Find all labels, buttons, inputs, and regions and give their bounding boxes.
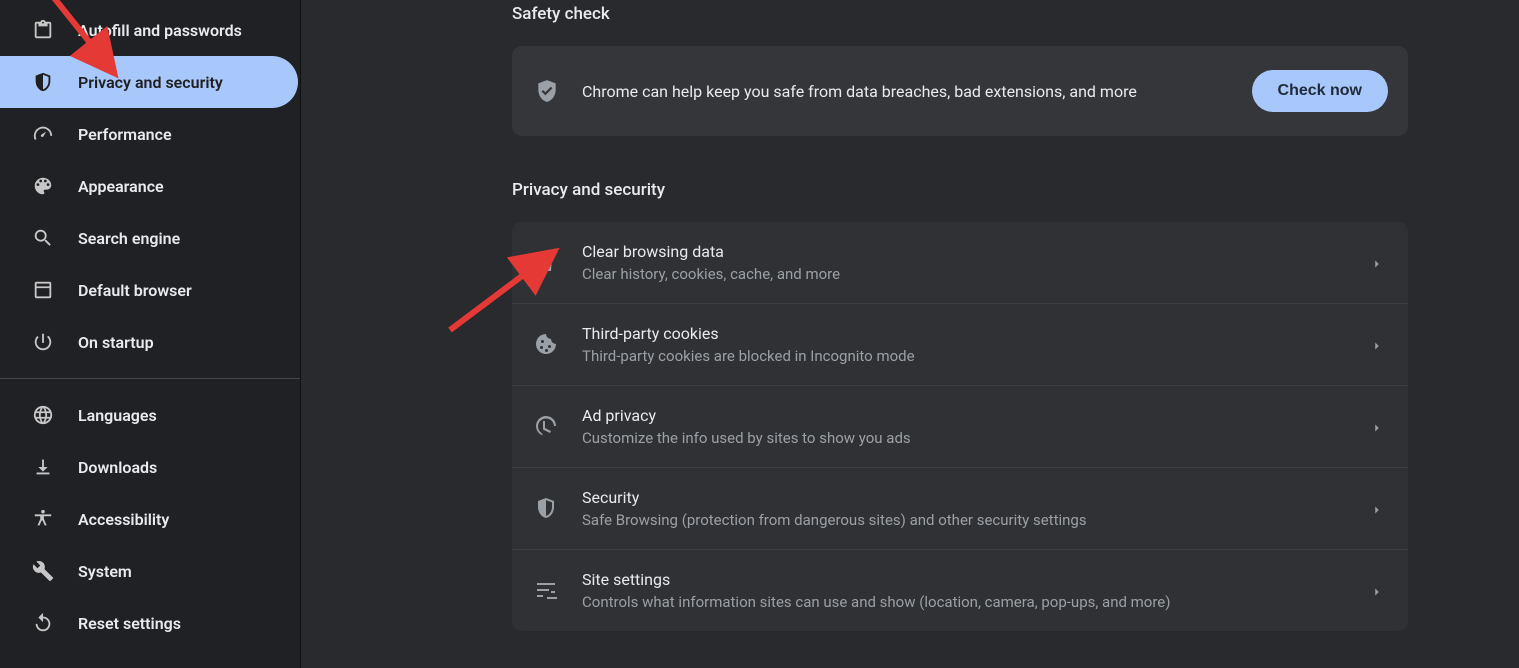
sidebar-item-label: Autofill and passwords xyxy=(78,21,242,40)
settings-main: Safety check Chrome can help keep you sa… xyxy=(326,0,1519,668)
chevron-right-icon xyxy=(1370,256,1384,270)
chevron-right-icon xyxy=(1370,420,1384,434)
row-subtitle: Controls what information sites can use … xyxy=(582,593,1348,611)
sidebar-item-label: Performance xyxy=(78,125,172,144)
sidebar-item-label: Appearance xyxy=(78,177,164,196)
clipboard-icon xyxy=(32,19,54,41)
sidebar-item-label: On startup xyxy=(78,333,154,352)
speedometer-icon xyxy=(32,123,54,145)
sidebar-item-label: Default browser xyxy=(78,281,192,300)
chevron-right-icon xyxy=(1370,338,1384,352)
sidebar-divider xyxy=(0,378,300,379)
chevron-right-icon xyxy=(1370,502,1384,516)
ad-click-icon xyxy=(534,414,560,440)
row-title: Third-party cookies xyxy=(582,324,1348,343)
safety-check-card: Chrome can help keep you safe from data … xyxy=(512,46,1408,136)
sidebar-item-label: System xyxy=(78,562,132,581)
sidebar-item-reset[interactable]: Reset settings xyxy=(0,597,298,649)
row-subtitle: Safe Browsing (protection from dangerous… xyxy=(582,511,1348,529)
sidebar-item-downloads[interactable]: Downloads xyxy=(0,441,298,493)
sidebar-item-autofill[interactable]: Autofill and passwords xyxy=(0,4,298,56)
reset-icon xyxy=(32,612,54,634)
row-title: Site settings xyxy=(582,570,1348,589)
sidebar-item-startup[interactable]: On startup xyxy=(0,316,298,368)
sidebar-item-privacy[interactable]: Privacy and security xyxy=(0,56,298,108)
settings-sidebar: Autofill and passwords Privacy and secur… xyxy=(0,0,300,668)
row-clear-browsing-data[interactable]: Clear browsing data Clear history, cooki… xyxy=(512,222,1408,304)
palette-icon xyxy=(32,175,54,197)
check-now-button[interactable]: Check now xyxy=(1252,70,1388,112)
sidebar-item-accessibility[interactable]: Accessibility xyxy=(0,493,298,545)
row-ad-privacy[interactable]: Ad privacy Customize the info used by si… xyxy=(512,386,1408,468)
privacy-settings-list: Clear browsing data Clear history, cooki… xyxy=(512,222,1408,631)
shield-icon xyxy=(534,496,560,522)
cookie-icon xyxy=(534,332,560,358)
sidebar-scrollbar[interactable] xyxy=(300,0,327,668)
chevron-right-icon xyxy=(1370,584,1384,598)
sidebar-item-search[interactable]: Search engine xyxy=(0,212,298,264)
sidebar-item-performance[interactable]: Performance xyxy=(0,108,298,160)
sidebar-item-languages[interactable]: Languages xyxy=(0,389,298,441)
row-subtitle: Third-party cookies are blocked in Incog… xyxy=(582,347,1348,365)
row-subtitle: Clear history, cookies, cache, and more xyxy=(582,265,1348,283)
sidebar-item-label: Search engine xyxy=(78,229,180,248)
globe-icon xyxy=(32,404,54,426)
row-subtitle: Customize the info used by sites to show… xyxy=(582,429,1348,447)
search-icon xyxy=(32,227,54,249)
trash-icon xyxy=(534,250,560,276)
row-third-party-cookies[interactable]: Third-party cookies Third-party cookies … xyxy=(512,304,1408,386)
sidebar-item-label: Downloads xyxy=(78,458,157,477)
row-title: Clear browsing data xyxy=(582,242,1348,261)
browser-icon xyxy=(32,279,54,301)
section-title-privacy: Privacy and security xyxy=(512,180,1408,200)
sidebar-item-default-browser[interactable]: Default browser xyxy=(0,264,298,316)
sidebar-item-label: Accessibility xyxy=(78,510,169,529)
sidebar-item-label: Languages xyxy=(78,406,157,425)
row-title: Security xyxy=(582,488,1348,507)
sidebar-item-label: Reset settings xyxy=(78,614,181,633)
sidebar-item-system[interactable]: System xyxy=(0,545,298,597)
sidebar-item-appearance[interactable]: Appearance xyxy=(0,160,298,212)
row-title: Ad privacy xyxy=(582,406,1348,425)
safety-check-message: Chrome can help keep you safe from data … xyxy=(582,82,1230,101)
tune-icon xyxy=(534,578,560,604)
accessibility-icon xyxy=(32,508,54,530)
shield-check-icon xyxy=(534,78,560,104)
wrench-icon xyxy=(32,560,54,582)
sidebar-item-label: Privacy and security xyxy=(78,73,223,92)
row-security[interactable]: Security Safe Browsing (protection from … xyxy=(512,468,1408,550)
row-site-settings[interactable]: Site settings Controls what information … xyxy=(512,550,1408,631)
power-icon xyxy=(32,331,54,353)
download-icon xyxy=(32,456,54,478)
shield-half-icon xyxy=(32,71,54,93)
section-title-safety: Safety check xyxy=(512,4,1408,24)
